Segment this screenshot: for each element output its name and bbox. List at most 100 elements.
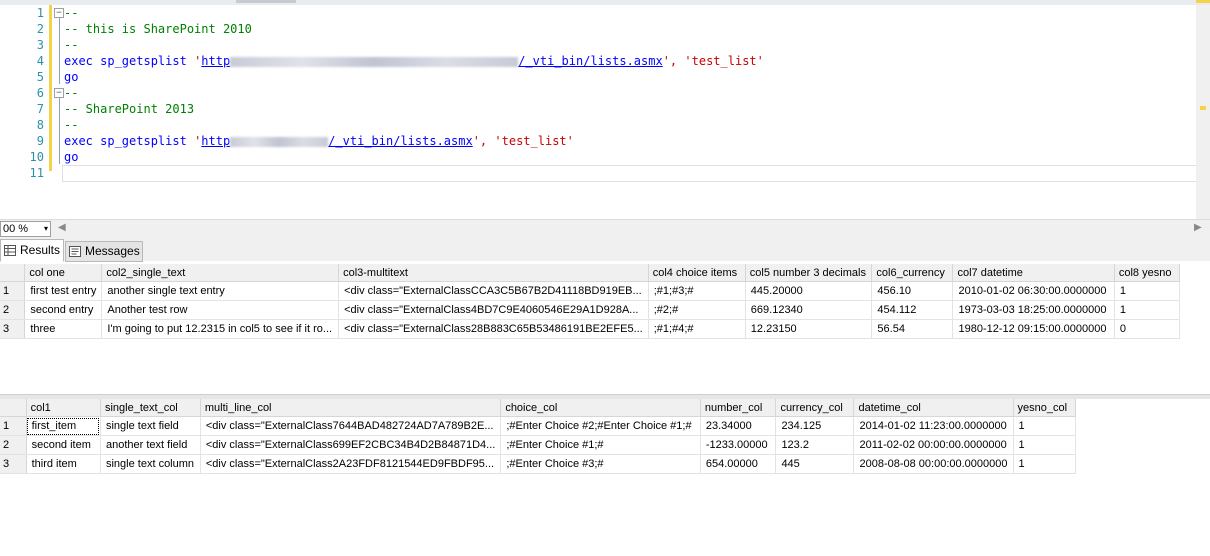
- line-number: 7: [36, 102, 44, 116]
- code-line-1: --: [64, 6, 79, 20]
- grid-cell[interactable]: 1: [1114, 300, 1181, 320]
- grid-cell[interactable]: single text column: [100, 454, 201, 474]
- grid-cell[interactable]: <div class="ExternalClass7644BAD482724AD…: [200, 416, 502, 436]
- grid-cell[interactable]: 123.2: [775, 435, 855, 455]
- grid-cell[interactable]: ;#2;#: [648, 300, 746, 320]
- column-header[interactable]: col6_currency: [871, 264, 954, 282]
- tab-results[interactable]: Results: [0, 239, 64, 262]
- row-number[interactable]: 1: [0, 281, 26, 301]
- column-header[interactable]: choice_col: [500, 399, 701, 417]
- grid-cell[interactable]: ;#1;#3;#: [648, 281, 746, 301]
- query-editor[interactable]: 1 2 3 4 5 6 7 8 9 10 11 − − -- -- this i…: [0, 5, 1210, 219]
- grid-cell[interactable]: 445.20000: [745, 281, 873, 301]
- line-number: 10: [29, 150, 44, 164]
- grid-cell[interactable]: 456.10: [871, 281, 954, 301]
- grid-cell[interactable]: another single text entry: [101, 281, 340, 301]
- scroll-marker: [1200, 106, 1206, 110]
- grid-cell[interactable]: 445: [775, 454, 855, 474]
- grid-cell[interactable]: 234.125: [775, 416, 855, 436]
- grid-cell[interactable]: 2014-01-02 11:23:00.0000000: [853, 416, 1014, 436]
- results-table-1: col one col2_single_text col3-multitext …: [0, 264, 1181, 339]
- grid-cell[interactable]: three: [24, 319, 103, 339]
- column-header[interactable]: currency_col: [775, 399, 855, 417]
- row-number[interactable]: 3: [0, 454, 27, 474]
- column-header[interactable]: multi_line_col: [200, 399, 502, 417]
- grid-cell[interactable]: <div class="ExternalClassCCA3C5B67B2D411…: [338, 281, 649, 301]
- column-header[interactable]: col2_single_text: [101, 264, 340, 282]
- grid-cell[interactable]: 454.112: [871, 300, 954, 320]
- tab-messages[interactable]: Messages: [65, 241, 143, 262]
- line-number-gutter: 1 2 3 4 5 6 7 8 9 10 11: [0, 5, 49, 219]
- column-header[interactable]: col one: [24, 264, 103, 282]
- grid-cell[interactable]: single text field: [100, 416, 201, 436]
- grid-cell[interactable]: <div class="ExternalClass28B883C65B53486…: [338, 319, 649, 339]
- zoom-select[interactable]: 00 % ▾: [0, 221, 51, 237]
- active-document-tab[interactable]: [236, 0, 296, 3]
- grid-cell[interactable]: another text field: [100, 435, 201, 455]
- url-link[interactable]: http /_vti_bin/lists.asmx: [201, 134, 472, 148]
- url-link[interactable]: http /_vti_bin/lists.asmx: [201, 54, 662, 68]
- column-header[interactable]: col8 yesno: [1114, 264, 1181, 282]
- grid-cell[interactable]: 654.00000: [700, 454, 777, 474]
- editor-vertical-scrollbar[interactable]: [1196, 5, 1210, 219]
- line-number: 6: [36, 86, 44, 100]
- column-header[interactable]: datetime_col: [853, 399, 1014, 417]
- grid-cell[interactable]: 1: [1013, 454, 1077, 474]
- grid-cell[interactable]: 1973-03-03 18:25:00.0000000: [952, 300, 1115, 320]
- grid-cell[interactable]: 1: [1013, 416, 1077, 436]
- code-line-8: --: [64, 118, 79, 132]
- row-header-corner[interactable]: [0, 399, 27, 417]
- grid-cell[interactable]: 2008-08-08 00:00:00.0000000: [853, 454, 1014, 474]
- string-arg: 'test_list': [684, 54, 764, 68]
- grid-cell[interactable]: -1233.00000: [700, 435, 777, 455]
- grid-cell[interactable]: 1: [1114, 281, 1181, 301]
- column-header[interactable]: col1: [26, 399, 101, 417]
- row-number[interactable]: 2: [0, 300, 26, 320]
- grid-cell[interactable]: first test entry: [24, 281, 103, 301]
- row-number[interactable]: 1: [0, 416, 27, 436]
- grid-cell[interactable]: 669.12340: [745, 300, 873, 320]
- grid-cell[interactable]: 12.23150: [745, 319, 873, 339]
- table-row: 3 third item single text column <div cla…: [0, 454, 1077, 474]
- column-header[interactable]: col5 number 3 decimals: [745, 264, 873, 282]
- grid-cell[interactable]: ;#Enter Choice #3;#: [500, 454, 701, 474]
- grid-cell[interactable]: third item: [26, 454, 101, 474]
- grid-cell[interactable]: <div class="ExternalClass699EF2CBC34B4D2…: [200, 435, 502, 455]
- column-header[interactable]: single_text_col: [100, 399, 201, 417]
- grid-cell[interactable]: <div class="ExternalClass4BD7C9E4060546E…: [338, 300, 649, 320]
- grid-cell[interactable]: <div class="ExternalClass2A23FDF8121544E…: [200, 454, 502, 474]
- scroll-left-icon[interactable]: ◀: [58, 222, 66, 233]
- column-header[interactable]: col3-multitext: [338, 264, 649, 282]
- row-header-corner[interactable]: [0, 264, 26, 282]
- grid-cell[interactable]: ;#1;#4;#: [648, 319, 746, 339]
- scroll-right-icon[interactable]: ▶: [1194, 222, 1202, 233]
- code-line-7: -- SharePoint 2013: [64, 102, 195, 116]
- results-tab-bar: Results Messages: [0, 237, 1210, 262]
- collapse-region-icon[interactable]: −: [54, 88, 64, 98]
- grid-cell[interactable]: ;#Enter Choice #2;#Enter Choice #1;#: [500, 416, 701, 436]
- grid-cell[interactable]: 2011-02-02 00:00:00.0000000: [853, 435, 1014, 455]
- fold-guide: [59, 98, 60, 164]
- row-number[interactable]: 2: [0, 435, 27, 455]
- collapse-region-icon[interactable]: −: [54, 8, 64, 18]
- grid-cell[interactable]: second item: [26, 435, 101, 455]
- redacted-host: [230, 136, 329, 147]
- selected-grid-cell[interactable]: first_item: [26, 416, 101, 436]
- grid-cell[interactable]: 0: [1114, 319, 1181, 339]
- grid-cell[interactable]: 2010-01-02 06:30:00.0000000: [952, 281, 1115, 301]
- column-header[interactable]: col4 choice items: [648, 264, 746, 282]
- table-row: 3 three I'm going to put 12.2315 in col5…: [0, 319, 1181, 339]
- grid-cell[interactable]: ;#Enter Choice #1;#: [500, 435, 701, 455]
- column-header[interactable]: col7 datetime: [952, 264, 1115, 282]
- grid-cell[interactable]: second entry: [24, 300, 103, 320]
- grid-cell[interactable]: 1: [1013, 435, 1077, 455]
- column-header[interactable]: yesno_col: [1013, 399, 1077, 417]
- grid-cell[interactable]: Another test row: [101, 300, 340, 320]
- grid-cell[interactable]: I'm going to put 12.2315 in col5 to see …: [101, 319, 340, 339]
- grid-cell[interactable]: 23.34000: [700, 416, 777, 436]
- string-arg: 'test_list': [494, 134, 574, 148]
- grid-cell[interactable]: 1980-12-12 09:15:00.0000000: [952, 319, 1115, 339]
- grid-cell[interactable]: 56.54: [871, 319, 954, 339]
- column-header[interactable]: number_col: [700, 399, 777, 417]
- row-number[interactable]: 3: [0, 319, 26, 339]
